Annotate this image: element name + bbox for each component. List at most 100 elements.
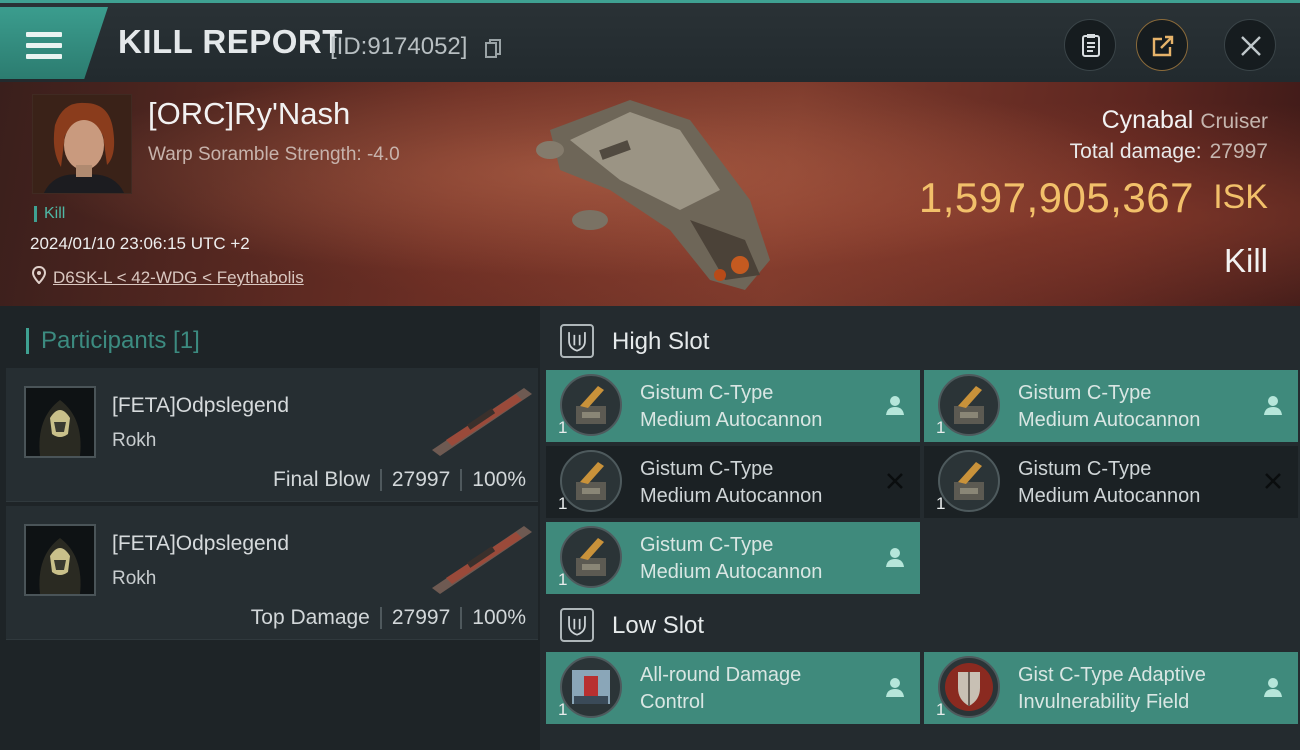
participant-ship: Rokh: [112, 568, 157, 589]
autocannon-icon: [560, 450, 622, 512]
module-name-line1: Gistum C-Type: [1018, 382, 1152, 404]
participant-role: Top Damage: [250, 606, 370, 629]
module-name-line2: Invulnerability Field: [1018, 691, 1190, 713]
fitting-panel: High Slot 1 Gistum C-Type Medium Autocan…: [540, 306, 1300, 750]
module-quantity: 1: [936, 418, 946, 437]
low-slot-header: Low Slot: [540, 594, 1300, 656]
module-row[interactable]: 1 Gistum C-Type Medium Autocannon: [546, 522, 920, 594]
module-quantity: 1: [936, 700, 946, 719]
module-quantity: 1: [558, 700, 568, 719]
module-quantity: 1: [936, 494, 946, 513]
participant-card[interactable]: [FETA]Odpslegend Rokh Final Blow 27997 100…: [6, 368, 538, 502]
slot-shield-icon: [560, 608, 594, 642]
location-link[interactable]: D6SK-L < 42-WDG < Feythabolis: [53, 268, 304, 288]
module-row[interactable]: 1 Gistum C-Type Medium Autocannon: [924, 370, 1298, 442]
warp-scramble-strength: Warp Soramble Strength: -4.0: [148, 144, 400, 165]
pilot-icon: [1264, 678, 1282, 697]
module-name-line1: Gistum C-Type: [1018, 458, 1152, 480]
module-row[interactable]: 1 Gistum C-Type Medium Autocannon: [924, 446, 1298, 518]
module-name-line1: All-round Damage: [640, 664, 802, 686]
copy-icon[interactable]: [485, 39, 501, 59]
participant-avatar: [24, 524, 96, 596]
autocannon-icon: [560, 526, 622, 588]
module-name-line2: Medium Autocannon: [1018, 409, 1201, 431]
participant-name: [FETA]Odpslegend: [112, 394, 290, 417]
participant-card[interactable]: [FETA]Odpslegend Rokh Top Damage 27997 100…: [6, 506, 538, 640]
victim-portrait[interactable]: [32, 94, 132, 194]
module-quantity: 1: [558, 570, 568, 589]
weapon-icon: [432, 526, 532, 594]
total-damage: Total damage: 27997: [1070, 140, 1268, 164]
module-quantity: 1: [558, 494, 568, 513]
participant-ship: Rokh: [112, 430, 157, 451]
pilot-icon: [1264, 396, 1282, 415]
kill-type-tag: Kill: [34, 206, 65, 222]
module-name-line1: Gistum C-Type: [640, 534, 774, 556]
participants-header: Participants [1]: [0, 316, 540, 371]
participant-stats: Top Damage 27997 100%: [251, 606, 526, 630]
high-slot-header: High Slot: [540, 310, 1300, 372]
participant-stats: Final Blow 27997 100%: [273, 468, 526, 492]
module-name-line1: Gist C-Type Adaptive: [1018, 664, 1206, 686]
isk-unit: ISK: [1213, 178, 1268, 216]
module-name-line2: Medium Autocannon: [640, 485, 823, 507]
page-title: KILL REPORT: [118, 23, 343, 60]
total-damage-value: 27997: [1209, 140, 1268, 163]
participant-percent: 100%: [472, 606, 526, 629]
share-button[interactable]: [1136, 19, 1188, 71]
ship-class: Cruiser: [1200, 110, 1268, 133]
location-pin-icon: [32, 266, 46, 284]
pilot-icon: [886, 548, 904, 567]
module-row[interactable]: 1 Gist C-Type Adaptive Invulnerability F…: [924, 652, 1298, 724]
destroyed-x-icon: [887, 473, 903, 489]
module-row[interactable]: 1 All-round Damage Control: [546, 652, 920, 724]
damage-control-icon: [560, 656, 622, 718]
module-name-line2: Medium Autocannon: [640, 561, 823, 583]
isk-value: 1,597,905,367: [918, 174, 1194, 221]
module-name-line2: Control: [640, 691, 705, 713]
close-icon: [1241, 36, 1261, 56]
participant-avatar: [24, 386, 96, 458]
top-bar: KILL REPORT [ID:9174052]: [0, 0, 1300, 82]
ship-name[interactable]: Cynabal Cruiser: [1102, 106, 1268, 135]
participant-damage: 27997: [391, 606, 451, 629]
victim-banner: [ORC]Ry'Nash Warp Soramble Strength: -4.…: [0, 82, 1300, 306]
invulnerability-field-icon: [938, 656, 1000, 718]
participant-damage: 27997: [391, 468, 451, 491]
slot-shield-icon: [560, 324, 594, 358]
module-name-line2: Medium Autocannon: [640, 409, 823, 431]
participants-title: Participants [1]: [26, 328, 200, 354]
menu-icon: [26, 32, 62, 60]
autocannon-icon: [938, 374, 1000, 436]
victim-name[interactable]: [ORC]Ry'Nash: [148, 96, 350, 132]
participant-percent: 100%: [472, 468, 526, 491]
participant-name: [FETA]Odpslegend: [112, 532, 290, 555]
pilot-icon: [886, 396, 904, 415]
share-icon: [1152, 35, 1174, 57]
clipboard-icon: [1082, 34, 1100, 57]
destroyed-x-icon: [1265, 473, 1281, 489]
ship-name-text: Cynabal: [1101, 106, 1194, 134]
module-name-line2: Medium Autocannon: [1018, 485, 1201, 507]
participants-panel: Participants [1] [FETA]Odpslegend Rokh F…: [0, 306, 540, 750]
autocannon-icon: [560, 374, 622, 436]
high-slot-title: High Slot: [612, 328, 710, 355]
module-row[interactable]: 1 Gistum C-Type Medium Autocannon: [546, 370, 920, 442]
module-name-line1: Gistum C-Type: [640, 458, 774, 480]
report-id: [ID:9174052]: [330, 33, 468, 60]
low-slot-title: Low Slot: [612, 612, 705, 639]
participant-role: Final Blow: [273, 468, 370, 491]
ship-render: [536, 100, 770, 290]
clipboard-button[interactable]: [1064, 19, 1116, 71]
module-row[interactable]: 1 Gistum C-Type Medium Autocannon: [546, 446, 920, 518]
menu-button[interactable]: [0, 7, 108, 79]
total-damage-label: Total damage:: [1069, 140, 1202, 163]
autocannon-icon: [938, 450, 1000, 512]
weapon-icon: [432, 388, 532, 456]
module-quantity: 1: [558, 418, 568, 437]
kill-result: Kill: [1223, 242, 1268, 279]
module-name-line1: Gistum C-Type: [640, 382, 774, 404]
pilot-icon: [886, 678, 904, 697]
close-button[interactable]: [1224, 19, 1276, 71]
kill-datetime: 2024/01/10 23:06:15 UTC +2: [30, 234, 250, 253]
